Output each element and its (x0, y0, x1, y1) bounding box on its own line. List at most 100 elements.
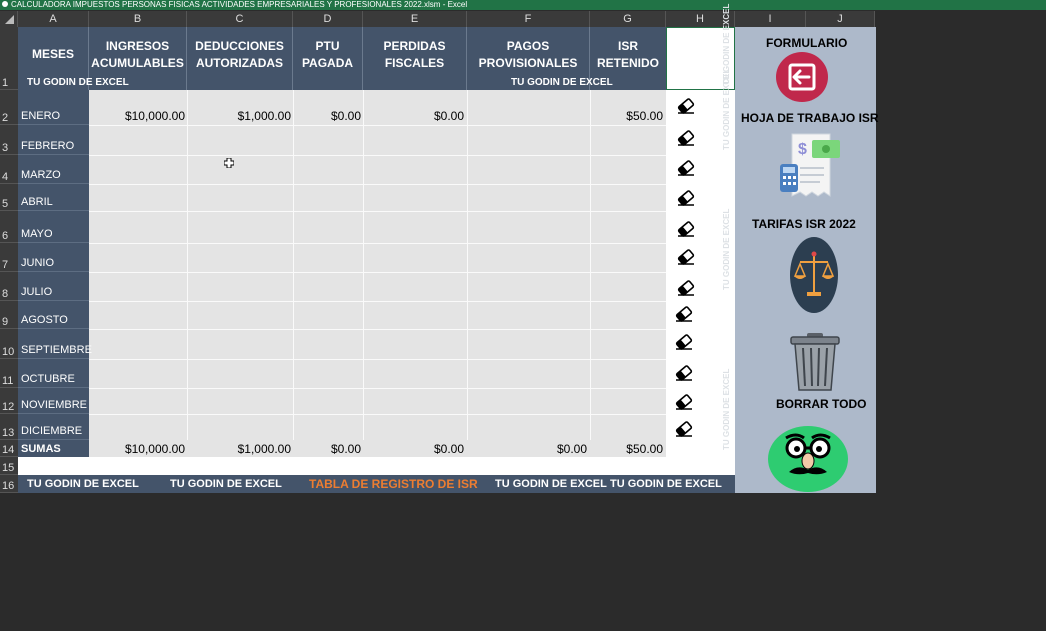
scale-icon[interactable] (789, 236, 839, 314)
month-cell[interactable]: SEPTIEMBRE (18, 329, 92, 359)
cell-enero-perdidas[interactable]: $0.00 (434, 109, 464, 123)
col-header-b[interactable]: B (89, 11, 187, 27)
trash-icon[interactable] (789, 332, 841, 392)
grid-line (89, 184, 666, 185)
row-header-9[interactable]: 9 (0, 301, 18, 329)
cell-enero-deducciones[interactable]: $1,000.00 (238, 109, 291, 123)
eraser-icon[interactable] (674, 394, 694, 410)
eraser-icon[interactable] (676, 160, 696, 176)
header-watermark-left: TU GODIN DE EXCEL (27, 77, 129, 88)
grid-line (89, 155, 666, 156)
sum-pagos[interactable]: $0.00 (557, 442, 587, 456)
borrar-todo-label: BORRAR TODO (776, 397, 867, 411)
month-cell[interactable]: OCTUBRE (18, 359, 89, 388)
grid-line (89, 329, 666, 330)
grid-line (89, 359, 666, 360)
row-header-12[interactable]: 12 (0, 388, 18, 414)
grid-line (89, 301, 666, 302)
tarifas-label: TARIFAS ISR 2022 (752, 217, 856, 231)
row-header-11[interactable]: 11 (0, 359, 18, 388)
month-cell[interactable]: ENERO (18, 90, 89, 125)
eraser-icon[interactable] (674, 334, 694, 350)
col-header-e[interactable]: E (363, 11, 467, 27)
header-perdidas[interactable]: PERDIDAS FISCALES (363, 27, 467, 90)
sum-deducciones[interactable]: $1,000.00 (238, 442, 291, 456)
grid-line (467, 90, 468, 457)
col-header-a[interactable]: A (18, 11, 89, 27)
row-header-15[interactable]: 15 (0, 457, 18, 475)
window-title: CALCULADORA IMPUESTOS PERSONAS FISICAS A… (11, 0, 468, 9)
month-cell[interactable]: JULIO (18, 272, 89, 301)
grid-line (89, 414, 666, 415)
footer-watermark: TU GODIN DE EXCEL (610, 478, 722, 490)
cell-enero-isr[interactable]: $50.00 (626, 109, 663, 123)
row-header-7[interactable]: 7 (0, 243, 18, 272)
mascot-logo-icon (768, 426, 848, 492)
back-arrow-icon[interactable] (776, 52, 828, 102)
row-header-3[interactable]: 3 (0, 125, 18, 155)
row-header-16[interactable]: 16 (0, 475, 18, 493)
month-cell[interactable]: ABRIL (18, 184, 89, 211)
month-cell[interactable]: AGOSTO (18, 301, 89, 329)
month-cell[interactable]: MARZO (18, 155, 89, 184)
header-deducciones[interactable]: DEDUCCIONES AUTORIZADAS (187, 27, 293, 90)
row-header-6[interactable]: 6 (0, 211, 18, 243)
eraser-icon[interactable] (674, 306, 694, 322)
grid-line (89, 272, 666, 273)
row-header-4[interactable]: 4 (0, 155, 18, 184)
eraser-icon[interactable] (676, 221, 696, 237)
col-header-i[interactable]: I (735, 11, 806, 27)
month-cell[interactable]: DICIEMBRE (18, 414, 89, 440)
grid-line (363, 90, 364, 457)
sum-isr[interactable]: $50.00 (626, 442, 663, 456)
empty-row-15[interactable] (18, 457, 735, 475)
invoice-icon[interactable]: $ (780, 130, 842, 202)
row-header-2[interactable]: 2 (0, 90, 18, 125)
grid-line (187, 90, 188, 457)
row-header-5[interactable]: 5 (0, 184, 18, 211)
grid-line (89, 125, 666, 126)
grid-line (89, 388, 666, 389)
cell-enero-ingresos[interactable]: $10,000.00 (125, 109, 185, 123)
col-header-f[interactable]: F (467, 11, 590, 27)
row-header-10[interactable]: 10 (0, 329, 18, 359)
svg-text:$: $ (798, 141, 807, 158)
row-header-13[interactable]: 13 (0, 414, 18, 440)
month-cell[interactable]: JUNIO (18, 243, 89, 272)
month-cell[interactable]: NOVIEMBRE (18, 388, 89, 414)
vertical-watermark: TU GODIN DE EXCEL (722, 3, 731, 85)
col-header-j[interactable]: J (806, 11, 875, 27)
eraser-icon[interactable] (676, 190, 696, 206)
formulario-label: FORMULARIO (766, 36, 848, 50)
header-ptu[interactable]: PTU PAGADA (293, 27, 363, 90)
row-header-14[interactable]: 14 (0, 440, 18, 457)
row-header-8[interactable]: 8 (0, 272, 18, 301)
sum-perdidas[interactable]: $0.00 (434, 442, 464, 456)
vertical-watermark: TU GODIN DE EXCEL (722, 368, 731, 450)
eraser-icon[interactable] (676, 98, 696, 114)
col-header-d[interactable]: D (293, 11, 363, 27)
eraser-icon[interactable] (676, 280, 696, 296)
eraser-icon[interactable] (676, 130, 696, 146)
eraser-icon[interactable] (676, 249, 696, 265)
footer-watermark: TU GODIN DE EXCEL (27, 478, 139, 490)
header-watermark-right: TU GODIN DE EXCEL (511, 77, 613, 88)
vertical-watermark: TU GODIN DE EXCEL (722, 208, 731, 290)
sum-ingresos[interactable]: $10,000.00 (125, 442, 185, 456)
col-header-g[interactable]: G (590, 11, 666, 27)
cell-cursor-icon (224, 158, 234, 168)
footer-watermark: TU GODIN DE EXCEL (170, 478, 282, 490)
cell-enero-ptu[interactable]: $0.00 (331, 109, 361, 123)
sumas-label[interactable]: SUMAS (18, 440, 89, 457)
col-header-c[interactable]: C (187, 11, 293, 27)
eraser-icon[interactable] (674, 365, 694, 381)
month-cell[interactable]: MAYO (18, 211, 89, 243)
sum-ptu[interactable]: $0.00 (331, 442, 361, 456)
eraser-icon[interactable] (674, 421, 694, 437)
row-header-1[interactable]: 1 (0, 27, 18, 90)
window-title-bar: CALCULADORA IMPUESTOS PERSONAS FISICAS A… (0, 0, 1046, 10)
select-all-corner[interactable] (0, 11, 18, 27)
footer-title: TABLA DE REGISTRO DE ISR (309, 477, 478, 491)
month-cell[interactable]: FEBRERO (18, 125, 89, 155)
grid-line (89, 243, 666, 244)
